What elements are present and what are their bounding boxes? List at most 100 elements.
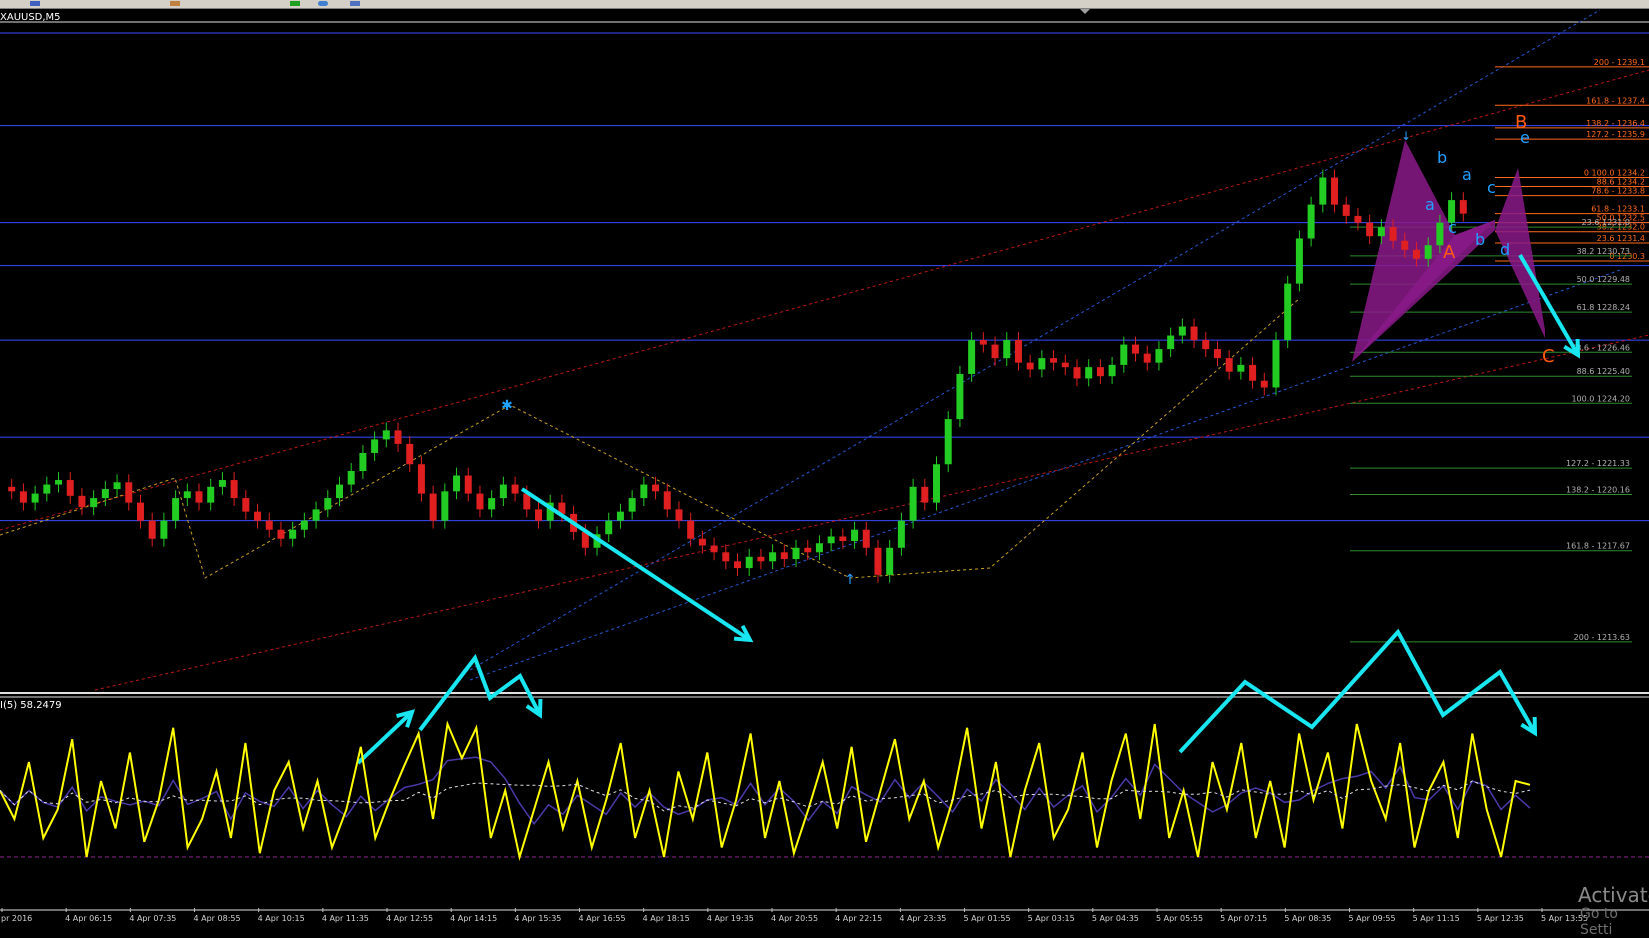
fractal-arrow-down-icon: ↓ [1401, 129, 1411, 143]
channel-line-blue [469, 269, 1621, 681]
candle-body [616, 511, 624, 521]
candle-body [675, 509, 683, 521]
candle-body [956, 373, 964, 420]
candle-body [710, 545, 718, 553]
candle-body [933, 464, 941, 503]
time-label: 4 Apr 18:15 [643, 914, 690, 923]
candle-body [453, 475, 461, 492]
time-label: 5 Apr 07:15 [1220, 914, 1267, 923]
candle-body [1096, 367, 1104, 377]
time-label: 5 Apr 03:15 [1028, 914, 1075, 923]
fib-extension-label: 0 100.0 1234.2 [1584, 169, 1645, 178]
candle-body [698, 538, 706, 546]
rsi-arrow [356, 710, 414, 765]
candle-body [1155, 349, 1163, 363]
time-label: 5 Apr 12:35 [1477, 914, 1524, 923]
candle-body [1143, 353, 1151, 363]
time-label: 4 Apr 08:55 [194, 914, 241, 923]
candle-body [230, 480, 238, 499]
candle-body [1295, 238, 1303, 284]
time-label: 5 Apr 04:35 [1092, 914, 1139, 923]
time-label: pr 2016 [1, 914, 32, 923]
candle-body [55, 480, 63, 485]
candle-body [886, 547, 894, 575]
candle-body [1331, 177, 1339, 205]
annotation-arrows [356, 253, 1581, 765]
candle-body [897, 520, 905, 548]
time-label: 4 Apr 10:15 [258, 914, 305, 923]
candle-body [195, 491, 203, 503]
candle-body [979, 340, 987, 345]
wave-label-orange: C [1542, 346, 1555, 367]
wave-label-blue: c [1487, 178, 1496, 197]
candle-body [183, 491, 191, 499]
fib-extension-label: 200 - 1239.1 [1594, 58, 1645, 67]
candle-body [534, 509, 542, 521]
candle-body [640, 484, 648, 499]
candle-body [31, 493, 39, 503]
fib-retracement-label: 61.8 1228.24 [1577, 303, 1630, 312]
candle-body [1412, 249, 1420, 259]
candle-body [1424, 245, 1432, 259]
candle-body [1132, 344, 1140, 354]
candle-body [499, 484, 507, 499]
candle-body [1284, 283, 1292, 341]
candle-body [382, 430, 390, 440]
candle-body [839, 536, 847, 541]
candle-body [827, 536, 835, 544]
time-label: 5 Apr 09:55 [1349, 914, 1396, 923]
candle-body [78, 495, 86, 508]
candle-body [324, 498, 332, 510]
candle-body [312, 509, 320, 521]
candle-body [1260, 380, 1268, 388]
rsi-line [0, 720, 1531, 861]
time-label: 4 Apr 15:35 [514, 914, 561, 923]
time-label: 4 Apr 11:35 [322, 914, 369, 923]
price-chart[interactable]: 200 - 1239.1 161.8 - 1237.4 138.2 - 1236.4… [0, 0, 1649, 924]
fib-retracement-label: 38.2 1230.73 [1577, 247, 1630, 256]
candle-body [218, 480, 226, 487]
time-label: 5 Apr 08:35 [1284, 914, 1331, 923]
candle-body [242, 498, 250, 512]
fib-extension-label: 127.2 - 1235.9 [1586, 130, 1645, 139]
candle-body [101, 489, 109, 499]
candle-body [757, 556, 765, 562]
fib-retracement-label: 50.0 1229.48 [1577, 275, 1630, 284]
candle-body [804, 547, 812, 553]
fib-extension-label: 161.8 - 1237.4 [1586, 96, 1645, 105]
candle-body [944, 419, 952, 465]
fib-extension-label: 78.6 - 1233.8 [1591, 187, 1645, 196]
candle-body [1354, 215, 1362, 223]
fib-retracement-label: 23.6 1231.0 [1582, 218, 1630, 227]
candle-body [780, 552, 788, 560]
candle-body [476, 493, 484, 510]
candle-body [371, 439, 379, 453]
candle-body [1366, 222, 1374, 237]
time-label: 5 Apr 05:55 [1156, 914, 1203, 923]
candle-body [90, 498, 98, 508]
candle-body [1237, 364, 1245, 372]
candle-body [207, 486, 215, 503]
trend-arrow-down [520, 487, 752, 642]
candle-body [359, 452, 367, 472]
fib-extension-label: 23.6 1231.4 [1597, 234, 1645, 243]
wave-label-blue: c [1448, 218, 1457, 237]
candle-body [792, 547, 800, 560]
candle-body [160, 520, 168, 539]
fib-retracement-label: 100.0 1224.20 [1571, 394, 1630, 403]
candle-body [172, 498, 180, 521]
fib-retracement-label: 138.2 - 1220.16 [1566, 485, 1630, 494]
time-label: 4 Apr 12:55 [386, 914, 433, 923]
candle-body [511, 484, 519, 494]
candle-body [1307, 204, 1315, 239]
fib-retracement-label: 88.6 1225.40 [1577, 367, 1630, 376]
candle-body [605, 520, 613, 535]
candle-body [347, 471, 355, 485]
candle-body [734, 561, 741, 569]
rsi-moving-average [0, 780, 1531, 812]
wave-label-orange: B [1515, 112, 1527, 133]
candle-body [335, 484, 343, 499]
wave-label-blue: a [1425, 195, 1435, 214]
candle-body [254, 511, 262, 521]
candle-body [66, 480, 74, 496]
